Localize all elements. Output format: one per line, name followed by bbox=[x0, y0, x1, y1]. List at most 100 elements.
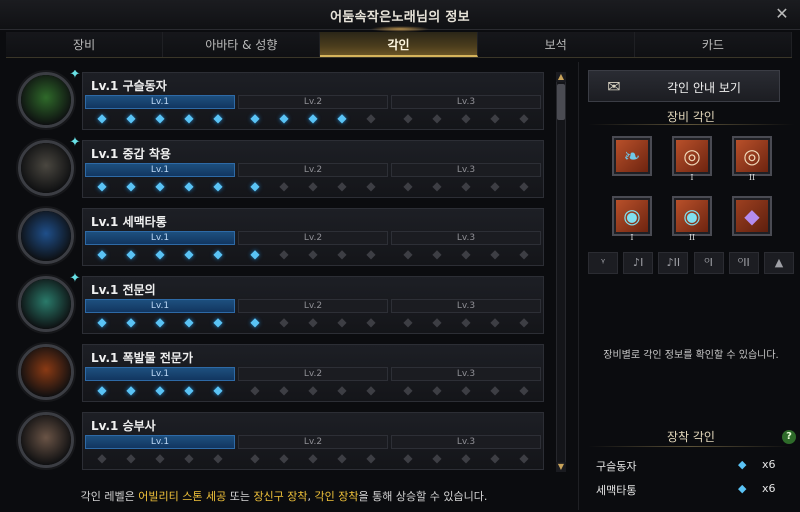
level-bar: Lv.2 bbox=[238, 163, 388, 177]
scroll-down-icon[interactable]: ▼ bbox=[556, 462, 566, 472]
gem-icon: ◆ bbox=[432, 383, 442, 397]
level-bar: Lv.1 bbox=[85, 299, 235, 313]
slot-ring-2[interactable]: ◉ II bbox=[672, 196, 712, 242]
engraving-portrait-icon bbox=[18, 344, 74, 400]
engraving-row[interactable]: Lv.1 폭발물 전문가 Lv.1 Lv.2 Lv.3 ◆ ◆ ◆ ◆ ◆ ◆ ◆ ◆ ◆ ◆ ◆ ◆ ◆ ◆ ◆ bbox=[14, 342, 544, 406]
engraving-row[interactable]: Lv.1 세맥타통 Lv.1 Lv.2 Lv.3 ◆ ◆ ◆ ◆ ◆ ◆ ◆ ◆ ◆ ◆ ◆ ◆ ◆ ◆ ◆ bbox=[14, 206, 544, 270]
slot-necklace[interactable]: ❧ bbox=[612, 136, 652, 176]
engraving-portrait-icon bbox=[18, 208, 74, 264]
equip-info-text: 장비별로 각인 정보를 확인할 수 있습니다. bbox=[603, 350, 779, 361]
gem-icon: ◆ bbox=[279, 247, 289, 261]
portrait-art bbox=[21, 279, 71, 329]
gem-icon: ◆ bbox=[337, 111, 347, 125]
gem-icon: ◆ bbox=[97, 179, 107, 193]
ring-1-filter-icon[interactable]: ᴼI bbox=[693, 252, 724, 274]
gem-icon: ◆ bbox=[519, 179, 529, 193]
gem-icon: ◆ bbox=[213, 315, 223, 329]
engraving-row[interactable]: ✦ Lv.1 전문의 Lv.1 Lv.2 Lv.3 ◆ ◆ ◆ ◆ ◆ ◆ ◆ ◆ ◆ ◆ ◆ ◆ ◆ ◆ ◆ bbox=[14, 272, 545, 338]
engraving-row-body: Lv.1 승부사 Lv.1 Lv.2 Lv.3 ◆ ◆ ◆ ◆ ◆ ◆ ◆ ◆ ◆ ◆ ◆ ◆ ◆ ◆ ◆ bbox=[82, 412, 544, 470]
earring-2-filter-icon[interactable]: ♪II bbox=[658, 252, 689, 274]
portrait-art bbox=[21, 211, 71, 261]
engraving-portrait-icon bbox=[18, 72, 74, 128]
gem-icon: ◆ bbox=[279, 451, 289, 465]
tab-avatar[interactable]: 아바타 & 성향 bbox=[163, 32, 321, 57]
level-bar: Lv.3 bbox=[391, 163, 541, 177]
gem-icon: ◆ bbox=[126, 383, 136, 397]
gem-icon: ◆ bbox=[366, 451, 376, 465]
engraving-row-body: Lv.1 폭발물 전문가 Lv.1 Lv.2 Lv.3 ◆ ◆ ◆ ◆ ◆ ◆ ◆ ◆ ◆ ◆ ◆ ◆ ◆ ◆ ◆ bbox=[82, 344, 544, 402]
gem-icon: ◆ bbox=[250, 451, 260, 465]
engraving-portrait-icon bbox=[18, 412, 74, 468]
engraving-row[interactable]: ✦ Lv.1 중갑 착용 Lv.1 Lv.2 Lv.3 ◆ ◆ ◆ ◆ ◆ ◆ ◆ ◆ ◆ ◆ ◆ ◆ ◆ ◆ ◆ bbox=[14, 135, 544, 202]
scrollbar-thumb[interactable] bbox=[557, 84, 565, 120]
slot-ability-stone[interactable]: ◆ bbox=[732, 196, 772, 236]
scroll-up-icon[interactable]: ▲ bbox=[556, 72, 566, 82]
mounted-name: 세맥타통 bbox=[596, 484, 637, 497]
engraving-row[interactable]: Lv.1 승부사 Lv.1 Lv.2 Lv.3 ◆ ◆ ◆ ◆ ◆ ◆ ◆ ◆ ◆ ◆ ◆ ◆ ◆ ◆ ◆ bbox=[14, 410, 544, 474]
slot-tier-label: I bbox=[630, 233, 634, 242]
tab-engraving[interactable]: 각인 bbox=[320, 32, 478, 57]
tab-equipment[interactable]: 장비 bbox=[6, 32, 164, 57]
gem-track: ◆ ◆ ◆ ◆ ◆ ◆ ◆ ◆ ◆ ◆ ◆ ◆ ◆ ◆ ◆ bbox=[83, 315, 545, 331]
slot-tier-label: I bbox=[690, 173, 694, 182]
gem-icon: ◆ bbox=[366, 315, 376, 329]
level-bar: Lv.1 bbox=[85, 435, 235, 449]
gem-icon: ◆ bbox=[403, 247, 413, 261]
gem-track: ◆ ◆ ◆ ◆ ◆ ◆ ◆ ◆ ◆ ◆ ◆ ◆ ◆ ◆ ◆ bbox=[83, 111, 545, 127]
slot-earring-2[interactable]: ◎ II bbox=[732, 136, 772, 182]
gem-icon: ◆ bbox=[432, 451, 442, 465]
help-icon[interactable]: ? bbox=[782, 430, 796, 444]
close-button[interactable]: ✕ bbox=[772, 4, 792, 24]
stone-filter-icon[interactable]: ▲ bbox=[763, 252, 794, 274]
tab-gems[interactable]: 보석 bbox=[477, 32, 635, 57]
necklace-icon: ❧ bbox=[623, 144, 641, 168]
engraving-hint: 각인 레벨은 어빌리티 스톤 세공 또는 장신구 장착, 각인 장착을 통해 상… bbox=[14, 488, 554, 504]
window-title: 어둠속작은노래님의 정보 bbox=[330, 10, 470, 25]
tab-bar: 장비 아바타 & 성향 각인 보석 카드 bbox=[6, 32, 793, 58]
gem-icon: ◆ bbox=[184, 111, 194, 125]
level-bar: Lv.3 bbox=[391, 435, 541, 449]
gem-icon: ◆ bbox=[490, 451, 500, 465]
scrollbar-track[interactable] bbox=[556, 72, 566, 472]
slot-ring-1[interactable]: ◉ I bbox=[612, 196, 652, 242]
engraving-portrait-icon bbox=[18, 140, 74, 196]
gem-icon: ◆ bbox=[279, 179, 289, 193]
engraving-portrait-icon bbox=[18, 276, 74, 332]
gem-icon: ◆ bbox=[519, 247, 529, 261]
gem-icon: ◆ bbox=[403, 451, 413, 465]
gem-icon: ◆ bbox=[337, 383, 347, 397]
gem-icon: ◆ bbox=[308, 111, 318, 125]
level-bar: Lv.3 bbox=[391, 367, 541, 381]
gem-icon: ◆ bbox=[126, 451, 136, 465]
gem-icon: ◆ bbox=[461, 111, 471, 125]
ring-2-filter-icon[interactable]: ᴼII bbox=[728, 252, 759, 274]
level-bar: Lv.1 bbox=[85, 95, 235, 109]
necklace-filter-icon[interactable]: ᵞ bbox=[588, 252, 618, 274]
gem-icon: ◆ bbox=[490, 383, 500, 397]
level-bar: Lv.2 bbox=[238, 299, 388, 313]
slot-tier-label: II bbox=[688, 233, 696, 242]
gem-icon: ◆ bbox=[403, 179, 413, 193]
mounted-item: 구슬동자 ◆ x6 bbox=[596, 458, 786, 474]
ring-icon: ◉ bbox=[683, 204, 701, 228]
section-divider bbox=[588, 446, 794, 447]
hint-ability-stone: 어빌리티 스톤 세공 bbox=[138, 490, 227, 503]
level-bar: Lv.3 bbox=[391, 299, 541, 313]
gem-icon: ◆ bbox=[97, 451, 107, 465]
tab-cards[interactable]: 카드 bbox=[634, 32, 793, 57]
gem-icon: ◆ bbox=[155, 111, 165, 125]
gem-icon: ◆ bbox=[461, 179, 471, 193]
gem-icon: ◆ bbox=[184, 383, 194, 397]
engraving-guide-button[interactable]: ✉ 각인 안내 보기 bbox=[588, 70, 780, 102]
gem-icon: ◆ bbox=[738, 458, 747, 471]
gem-icon: ◆ bbox=[213, 179, 223, 193]
gem-icon: ◆ bbox=[519, 383, 529, 397]
level-bar: Lv.2 bbox=[238, 95, 388, 109]
gem-icon: ◆ bbox=[366, 179, 376, 193]
engraving-row[interactable]: ✦ Lv.1 구슬동자 Lv.1 Lv.2 Lv.3 ◆ ◆ ◆ ◆ ◆ ◆ ◆ ◆ ◆ ◆ ◆ ◆ ◆ ◆ ◆ bbox=[14, 70, 544, 134]
engraving-row-body: Lv.1 구슬동자 Lv.1 Lv.2 Lv.3 ◆ ◆ ◆ ◆ ◆ ◆ ◆ ◆ ◆ ◆ ◆ ◆ ◆ ◆ ◆ bbox=[82, 72, 544, 130]
gem-track: ◆ ◆ ◆ ◆ ◆ ◆ ◆ ◆ ◆ ◆ ◆ ◆ ◆ ◆ ◆ bbox=[83, 247, 545, 263]
earring-1-filter-icon[interactable]: ♪I bbox=[623, 252, 654, 274]
slot-earring-1[interactable]: ◎ I bbox=[672, 136, 712, 182]
gem-badge-icon: ✦ bbox=[69, 135, 81, 150]
